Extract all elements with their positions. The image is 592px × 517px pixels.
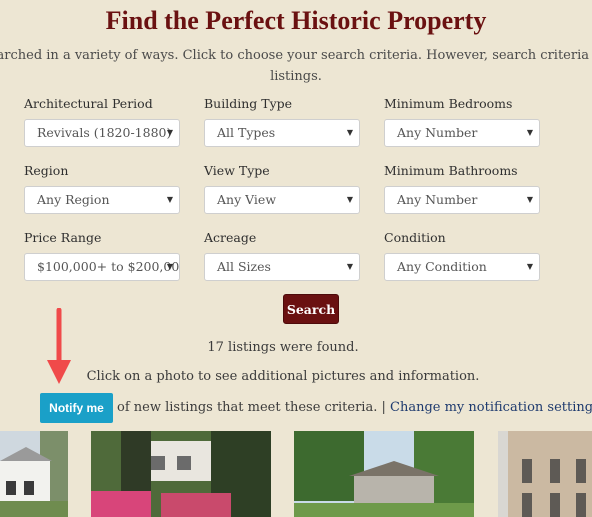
listing-photo-2[interactable] bbox=[91, 431, 271, 517]
building-type-select[interactable]: All Types ▼ bbox=[204, 119, 360, 147]
minimum-bathrooms-value: Any Number bbox=[397, 192, 478, 207]
listing-photo-1[interactable] bbox=[0, 431, 68, 517]
intro-line-1: be searched in a variety of ways. Click … bbox=[0, 48, 592, 63]
caret-down-icon: ▼ bbox=[526, 128, 533, 137]
listing-photo-4[interactable] bbox=[498, 431, 592, 517]
caret-down-icon: ▼ bbox=[346, 128, 353, 137]
building-type-value: All Types bbox=[217, 125, 276, 140]
view-type-value: Any View bbox=[217, 192, 277, 207]
minimum-bathrooms-label: Minimum Bathrooms bbox=[384, 163, 518, 178]
building-type-label: Building Type bbox=[204, 96, 293, 111]
caret-down-icon: ▼ bbox=[166, 262, 173, 271]
acreage-value: All Sizes bbox=[217, 259, 271, 274]
acreage-label: Acreage bbox=[204, 230, 257, 245]
caret-down-icon: ▼ bbox=[526, 195, 533, 204]
minimum-bathrooms-select[interactable]: Any Number ▼ bbox=[384, 186, 540, 214]
region-value: Any Region bbox=[37, 192, 110, 207]
view-type-label: View Type bbox=[204, 163, 270, 178]
acreage-select[interactable]: All Sizes ▼ bbox=[204, 253, 360, 281]
change-notification-settings-link[interactable]: Change my notification settings. bbox=[390, 400, 592, 415]
listing-photo-3[interactable] bbox=[294, 431, 474, 517]
caret-down-icon: ▼ bbox=[346, 262, 353, 271]
condition-label: Condition bbox=[384, 230, 446, 245]
caret-down-icon: ▼ bbox=[166, 128, 173, 137]
minimum-bedrooms-select[interactable]: Any Number ▼ bbox=[384, 119, 540, 147]
page-title: Find the Perfect Historic Property bbox=[105, 6, 487, 35]
photo-instruction: Click on a photo to see additional pictu… bbox=[86, 369, 480, 384]
caret-down-icon: ▼ bbox=[526, 262, 533, 271]
notify-description: of new listings that meet these criteria… bbox=[117, 400, 592, 415]
region-label: Region bbox=[24, 163, 69, 178]
caret-down-icon: ▼ bbox=[166, 195, 173, 204]
notify-text: of new listings that meet these criteria… bbox=[117, 400, 386, 415]
minimum-bedrooms-value: Any Number bbox=[397, 125, 478, 140]
price-range-label: Price Range bbox=[24, 230, 102, 245]
region-select[interactable]: Any Region ▼ bbox=[24, 186, 180, 214]
intro-text: be searched in a variety of ways. Click … bbox=[0, 45, 592, 87]
red-arrow-icon bbox=[47, 308, 71, 384]
intro-line-2: listings. bbox=[270, 69, 322, 84]
notify-me-button[interactable]: Notify me bbox=[40, 393, 113, 423]
architectural-period-select[interactable]: Revivals (1820-1880) ▼ bbox=[24, 119, 180, 147]
price-range-select[interactable]: $100,000+ to $200,000 ▼ bbox=[24, 253, 180, 281]
condition-select[interactable]: Any Condition ▼ bbox=[384, 253, 540, 281]
architectural-period-value: Revivals (1820-1880) bbox=[37, 125, 172, 140]
price-range-value: $100,000+ to $200,000 bbox=[37, 259, 180, 274]
search-button[interactable]: Search bbox=[283, 294, 339, 324]
condition-value: Any Condition bbox=[397, 259, 487, 274]
listings-count: 17 listings were found. bbox=[207, 340, 359, 355]
caret-down-icon: ▼ bbox=[346, 195, 353, 204]
view-type-select[interactable]: Any View ▼ bbox=[204, 186, 360, 214]
minimum-bedrooms-label: Minimum Bedrooms bbox=[384, 96, 513, 111]
architectural-period-label: Architectural Period bbox=[24, 96, 153, 111]
